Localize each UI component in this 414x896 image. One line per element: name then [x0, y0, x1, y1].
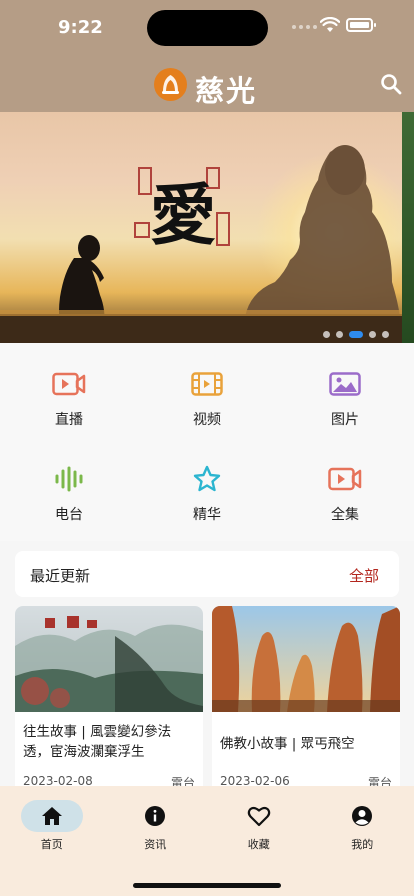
tab-profile[interactable]: 我的 [311, 786, 414, 866]
banner-calligraphy: 愛 [150, 176, 216, 254]
category-highlights[interactable]: 精华 [138, 438, 276, 533]
category-label: 电台 [55, 507, 83, 523]
category-label: 图片 [331, 412, 359, 428]
app-header: 9:22 慈光 [0, 0, 414, 112]
card-title: 往生故事 | 風雲變幻參法透，宦海波瀾棄浮生 [23, 724, 172, 760]
category-live[interactable]: 直播 [0, 343, 138, 438]
image-icon [327, 369, 363, 399]
category-images[interactable]: 图片 [276, 343, 414, 438]
category-radio[interactable]: 电台 [0, 438, 138, 533]
collection-video-icon [327, 464, 363, 494]
signal-icon [292, 25, 317, 29]
user-icon [331, 800, 393, 832]
star-icon [189, 464, 225, 494]
section-title: 最近更新 [30, 567, 91, 585]
category-collection[interactable]: 全集 [276, 438, 414, 533]
category-grid: 直播 视频 图片 电台 精华 全集 [0, 343, 414, 541]
live-video-icon [51, 369, 87, 399]
home-indicator [133, 883, 281, 888]
info-icon [124, 800, 186, 832]
status-time: 9:22 [58, 17, 103, 38]
tab-news[interactable]: 资讯 [104, 786, 208, 866]
category-label: 精华 [193, 507, 221, 523]
carousel-dot[interactable] [336, 331, 343, 338]
card-thumbnail [15, 606, 203, 712]
audio-wave-icon [51, 464, 87, 494]
carousel-dot[interactable] [382, 331, 389, 338]
card-title: 佛教小故事 | 眾丐飛空 [220, 736, 355, 752]
battery-icon [346, 18, 376, 32]
lotus-logo-icon [154, 68, 187, 101]
tab-favorites[interactable]: 收藏 [207, 786, 311, 866]
dynamic-island [147, 10, 268, 46]
carousel-dot-active[interactable] [349, 331, 363, 338]
tab-label: 资讯 [144, 838, 167, 851]
tab-label: 收藏 [247, 838, 270, 851]
search-icon[interactable] [379, 72, 403, 96]
category-video[interactable]: 视频 [138, 343, 276, 438]
tab-label: 我的 [351, 838, 374, 851]
banner-carousel[interactable]: 愛 [0, 112, 414, 343]
film-icon [189, 369, 225, 399]
heart-icon [228, 800, 290, 832]
category-label: 全集 [331, 507, 359, 523]
carousel-dot[interactable] [369, 331, 376, 338]
carousel-indicator [323, 331, 389, 338]
tab-label: 首页 [40, 838, 63, 851]
bottom-tab-bar: 首页 资讯 收藏 我的 [0, 786, 414, 896]
tab-home[interactable]: 首页 [0, 786, 104, 866]
category-label: 直播 [55, 412, 83, 428]
content-card[interactable]: 佛教小故事 | 眾丐飛空 2023-02-06 電台 [212, 606, 400, 796]
next-slide-peek [402, 112, 414, 343]
app-title: 慈光 [195, 74, 258, 108]
home-icon [20, 800, 83, 832]
content-card[interactable]: 往生故事 | 風雲變幻參法透，宦海波瀾棄浮生 2023-02-08 電台 [15, 606, 203, 796]
view-all-link[interactable]: 全部 [349, 565, 379, 586]
carousel-dot[interactable] [323, 331, 330, 338]
category-label: 视频 [193, 412, 221, 428]
card-thumbnail [212, 606, 400, 712]
status-bar: 9:22 [0, 0, 414, 56]
wifi-icon [320, 17, 340, 32]
seal-stamp [134, 222, 150, 238]
recent-updates-header: 最近更新 全部 [15, 551, 399, 597]
seal-stamp [216, 212, 230, 246]
